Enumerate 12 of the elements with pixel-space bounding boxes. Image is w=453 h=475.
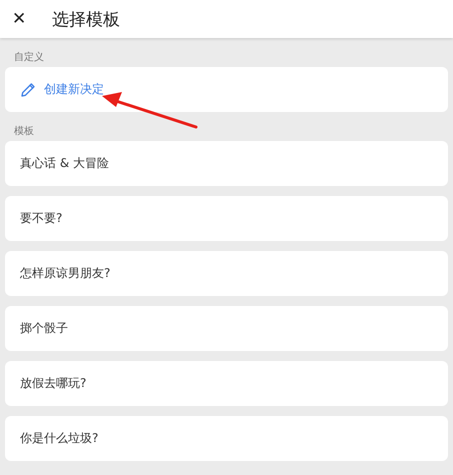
template-item[interactable]: 真心话 & 大冒险	[5, 141, 448, 186]
section-label: 模板	[14, 126, 34, 137]
create-item[interactable]: 创建新决定	[5, 67, 448, 112]
template-item[interactable]: 要不要?	[5, 196, 448, 241]
page-title: 选择模板	[52, 8, 120, 30]
template-item[interactable]: 掷个骰子	[5, 306, 448, 351]
template-item[interactable]: 放假去哪玩?	[5, 361, 448, 406]
template-item[interactable]: 你是什么垃圾?	[5, 416, 448, 461]
pencil-icon	[20, 82, 36, 98]
template-item[interactable]: 怎样原谅男朋友?	[5, 251, 448, 296]
section-label: 自定义	[14, 52, 44, 63]
close-button[interactable]: ✕	[10, 8, 28, 30]
